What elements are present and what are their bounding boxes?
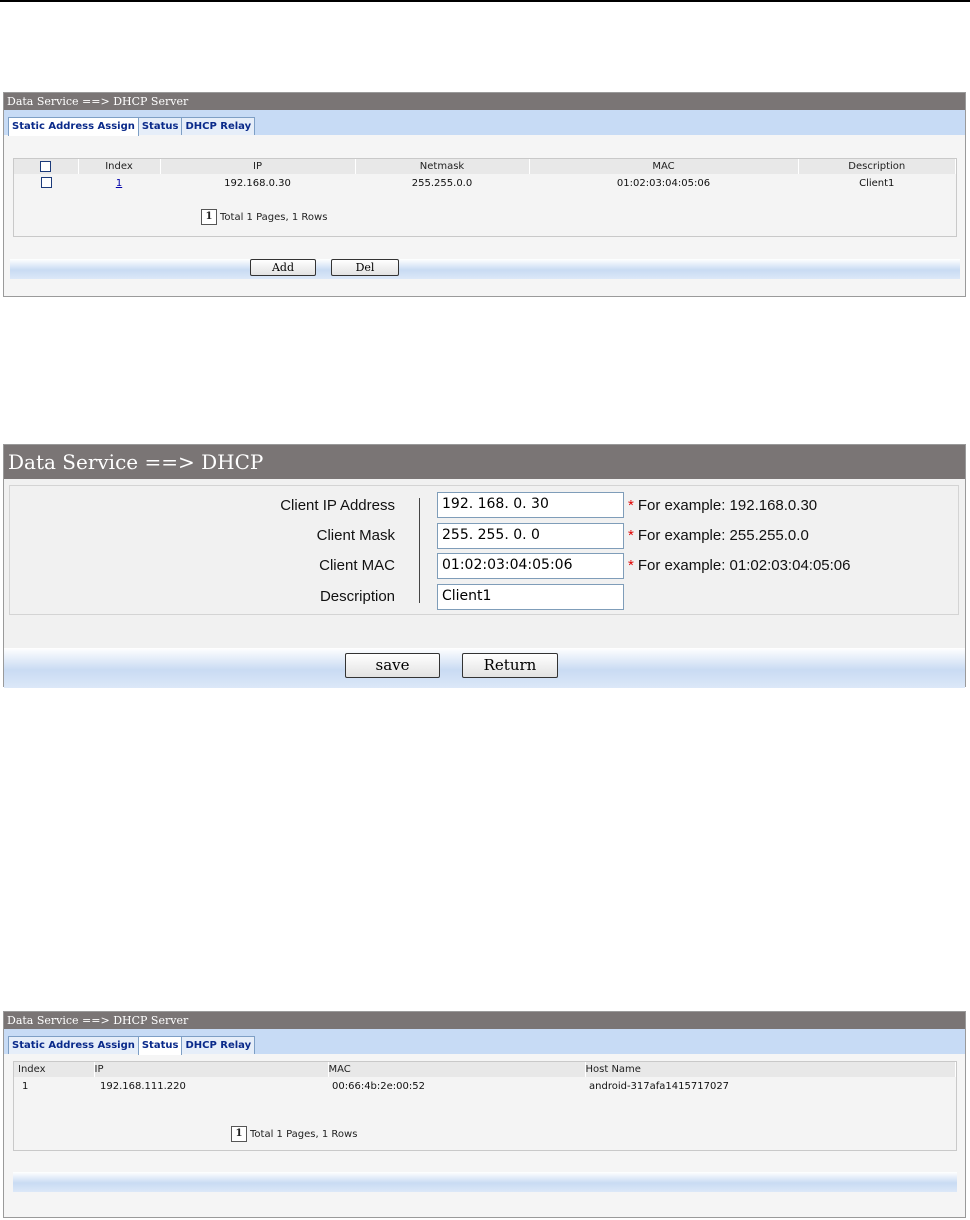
- tab-bar: Static Address Assign Status DHCP Relay: [4, 1029, 965, 1055]
- tab-dhcp-relay[interactable]: DHCP Relay: [181, 1036, 256, 1054]
- row-select-cell: [14, 174, 78, 192]
- tab-status[interactable]: Status: [137, 117, 183, 135]
- select-all-checkbox[interactable]: [40, 160, 52, 172]
- panel-title: Data Service ==> DHCP Server: [4, 1012, 965, 1029]
- client-mask-input[interactable]: 255. 255. 0. 0: [437, 523, 624, 549]
- tab-static-address-assign[interactable]: Static Address Assign: [8, 1036, 139, 1054]
- column-header: IP: [160, 159, 356, 174]
- dhcp-client-edit-panel: Data Service ==> DHCP Client IP Address …: [3, 444, 966, 688]
- description-input[interactable]: Client1: [437, 584, 624, 610]
- pager-text: Total 1 Pages, 1 Rows: [250, 1128, 358, 1140]
- ip-cell: 192.168.111.220: [100, 1080, 186, 1092]
- row-checkbox[interactable]: [40, 177, 52, 189]
- mac-cell: 00:66:4b:2e:00:52: [332, 1080, 425, 1092]
- save-button[interactable]: save: [345, 653, 440, 678]
- table-header-row: Index IP MAC Host Name: [14, 1062, 956, 1077]
- select-all-cell: [14, 159, 79, 174]
- client-ip-label: Client IP Address: [280, 497, 395, 514]
- panel-title: Data Service ==> DHCP Server: [4, 93, 965, 110]
- ip-cell: 192.168.0.30: [224, 177, 291, 189]
- hint-text: For example: 192.168.0.30: [637, 497, 818, 514]
- static-assign-table: Index IP Netmask MAC Description 1 192.1…: [14, 159, 956, 192]
- page-top-rule: [0, 0, 970, 2]
- client-ip-hint: * For example: 192.168.0.30: [628, 497, 817, 514]
- index-link[interactable]: 1: [116, 178, 122, 189]
- dhcp-server-static-panel: Data Service ==> DHCP Server Static Addr…: [3, 92, 966, 297]
- host-name-cell: android-317afa1415717027: [589, 1080, 730, 1092]
- static-assign-table-area: Index IP Netmask MAC Description 1 192.1…: [13, 158, 957, 237]
- table-row: 1 192.168.0.30 255.255.0.0 01:02:03:04:0…: [14, 174, 956, 192]
- column-header: IP: [94, 1062, 329, 1077]
- client-mac-label: Client MAC: [319, 557, 395, 574]
- return-button[interactable]: Return: [462, 653, 558, 678]
- form-divider: [419, 498, 420, 603]
- client-mac-input[interactable]: 01:02:03:04:05:06: [437, 553, 624, 579]
- description-label: Description: [319, 588, 395, 605]
- client-mac-hint: * For example: 01:02:03:04:05:06: [628, 557, 851, 574]
- panel-title: Data Service ==> DHCP: [4, 445, 965, 479]
- pager: 1 Total 1 Pages, 1 Rows: [201, 209, 327, 225]
- pager-text: Total 1 Pages, 1 Rows: [220, 211, 328, 223]
- del-button[interactable]: Del: [331, 259, 399, 276]
- hint-text: For example: 255.255.0.0: [637, 527, 809, 544]
- tab-dhcp-relay[interactable]: DHCP Relay: [181, 117, 256, 135]
- column-header: MAC: [328, 1062, 586, 1077]
- column-header: Index: [78, 159, 161, 174]
- add-button[interactable]: Add: [250, 259, 316, 276]
- page-number-button[interactable]: 1: [231, 1126, 247, 1142]
- page-number-button[interactable]: 1: [201, 209, 217, 225]
- index-cell: 1: [78, 174, 160, 192]
- button-bar: [10, 259, 960, 279]
- index-cell: 1: [22, 1080, 29, 1092]
- table-header-row: Index IP Netmask MAC Description: [14, 159, 956, 174]
- column-header: Netmask: [355, 159, 530, 174]
- pager: 1 Total 1 Pages, 1 Rows: [231, 1126, 357, 1142]
- form-area: Client IP Address Client Mask Client MAC…: [9, 485, 959, 615]
- required-mark: *: [628, 527, 634, 544]
- netmask-cell: 255.255.0.0: [411, 177, 473, 189]
- tab-status[interactable]: Status: [137, 1036, 183, 1055]
- status-table-area: Index IP MAC Host Name 1 192.168.111.220…: [13, 1061, 957, 1151]
- mac-cell: 01:02:03:04:05:06: [616, 177, 711, 189]
- client-ip-input[interactable]: 192. 168. 0. 30: [437, 492, 624, 518]
- tab-static-address-assign[interactable]: Static Address Assign: [8, 117, 139, 136]
- column-header: MAC: [529, 159, 799, 174]
- description-cell: Client1: [859, 177, 895, 189]
- hint-text: For example: 01:02:03:04:05:06: [637, 557, 851, 574]
- required-mark: *: [628, 497, 634, 514]
- column-header: Host Name: [585, 1062, 956, 1077]
- client-mask-hint: * For example: 255.255.0.0: [628, 527, 809, 544]
- table-row: 1 192.168.111.220 00:66:4b:2e:00:52 andr…: [14, 1077, 956, 1095]
- button-bar: [13, 1172, 957, 1192]
- status-table: Index IP MAC Host Name 1 192.168.111.220…: [14, 1062, 956, 1095]
- tab-bar: Static Address Assign Status DHCP Relay: [4, 110, 965, 136]
- column-header: Description: [798, 159, 956, 174]
- required-mark: *: [628, 557, 634, 574]
- column-header: Index: [14, 1062, 95, 1077]
- client-mask-label: Client Mask: [316, 527, 395, 544]
- dhcp-server-status-panel: Data Service ==> DHCP Server Static Addr…: [3, 1011, 966, 1218]
- label-column: Client IP Address Client Mask Client MAC…: [10, 486, 395, 616]
